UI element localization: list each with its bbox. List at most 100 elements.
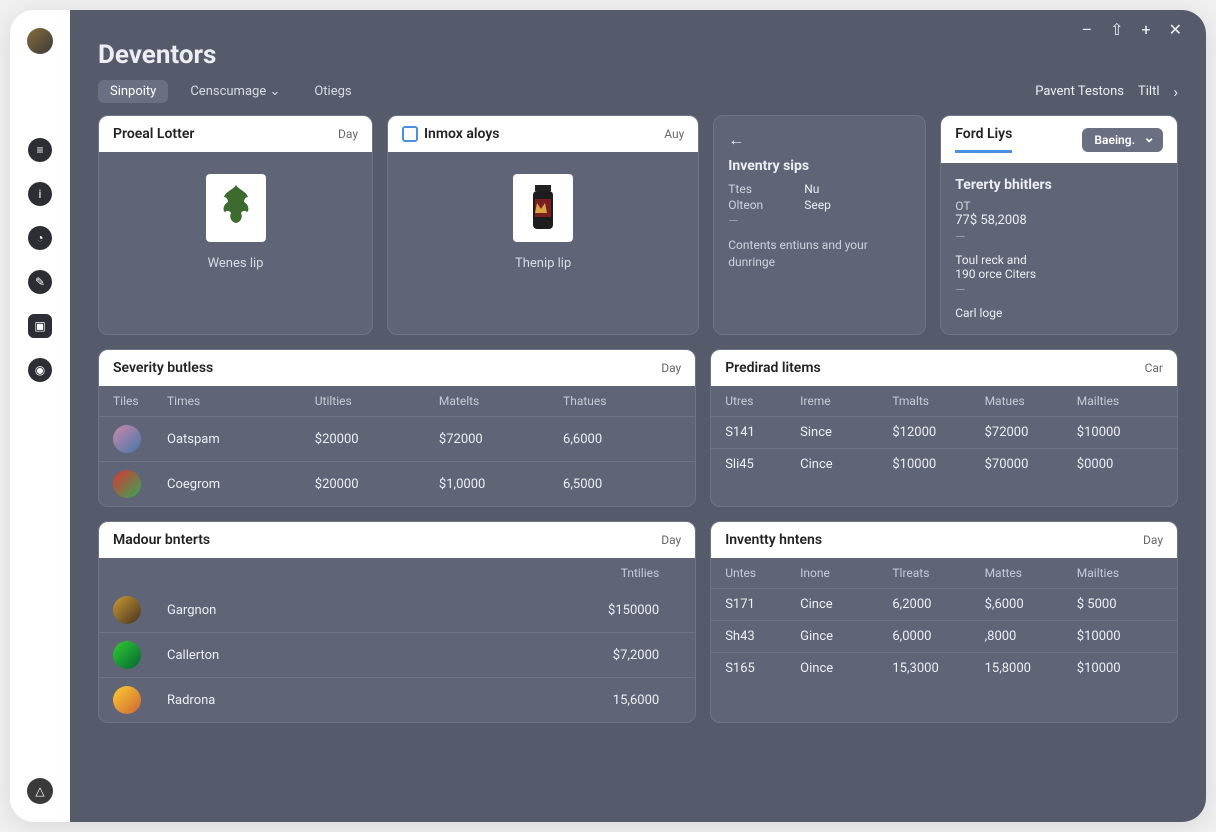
madour-title: Madour bnterts bbox=[113, 532, 210, 548]
card-inmox: Inmox aloys Auy Thenip lip bbox=[387, 115, 699, 335]
severity-r0-c3: 6,6000 bbox=[563, 432, 681, 447]
inventty-col-1: Inone bbox=[800, 566, 886, 580]
inventty-row-1[interactable]: Sh43 Gince 6,0000 ,8000 $10000 bbox=[711, 620, 1177, 652]
inventty-badge: Day bbox=[1143, 533, 1163, 547]
severity-title: Severity butless bbox=[113, 360, 213, 376]
severity-row-1[interactable]: Coegrom $20000 $1,0000 6,5000 bbox=[99, 461, 695, 506]
severity-col-1: Times bbox=[167, 394, 309, 408]
fordliys-line4: 190 orce Citers bbox=[955, 267, 1163, 281]
card-proreal-badge: Day bbox=[338, 127, 358, 141]
fordliys-tab[interactable]: Ford Liys bbox=[955, 126, 1012, 153]
inventty-r0-c3: $,6000 bbox=[985, 597, 1071, 612]
predirad-row-0[interactable]: S141 Since $12000 $72000 $10000 bbox=[711, 416, 1177, 448]
madour-header: Madour bnterts Day bbox=[99, 522, 695, 558]
nav-disk-icon[interactable]: ◔ bbox=[28, 226, 52, 250]
predirad-r1-c1: Cince bbox=[800, 457, 886, 472]
madour-r1-name: Callerton bbox=[167, 648, 494, 663]
predirad-r0-c3: $72000 bbox=[985, 425, 1071, 440]
kv-val-1: Seep bbox=[804, 198, 831, 212]
window-controls: – ⇧ + ✕ bbox=[1082, 20, 1182, 39]
minimize-button[interactable]: – bbox=[1082, 20, 1093, 39]
inmox-caption: Thenip lip bbox=[402, 256, 684, 271]
back-arrow-icon[interactable]: ← bbox=[728, 130, 911, 150]
avatar-icon bbox=[113, 686, 141, 714]
app-title: Deventors bbox=[98, 40, 1178, 70]
new-button[interactable]: + bbox=[1142, 20, 1151, 39]
predirad-row-1[interactable]: Sli45 Cince $10000 $70000 $0000 bbox=[711, 448, 1177, 480]
inmox-thumb[interactable] bbox=[513, 174, 573, 242]
top-row: Proeal Lotter Day Wenes lip Inmox aloys bbox=[98, 115, 1178, 335]
nav-edit-icon[interactable]: ✎ bbox=[28, 270, 52, 294]
card-inmox-badge: Auy bbox=[664, 127, 684, 141]
proreal-caption: Wenes lip bbox=[113, 256, 358, 271]
inventty-row-2[interactable]: S165 Oince 15,3000 15,8000 $10000 bbox=[711, 652, 1177, 684]
tab-sinpoity[interactable]: Sinpoity bbox=[98, 80, 168, 103]
user-avatar[interactable] bbox=[27, 28, 53, 54]
row-2: Severity butless Day Tiles Times Utiltie… bbox=[98, 349, 1178, 507]
madour-row-2[interactable]: Radrona 15,6000 bbox=[99, 677, 695, 722]
inventty-r1-c4: $10000 bbox=[1077, 629, 1163, 644]
sidebar-bottom-icon[interactable]: △ bbox=[27, 778, 53, 804]
madour-row-1[interactable]: Callerton $7,2000 bbox=[99, 632, 695, 677]
predirad-col-1: Ireme bbox=[800, 394, 886, 408]
inventty-r2-c2: 15,3000 bbox=[892, 661, 978, 676]
inventry-heading: Inventry sips bbox=[728, 158, 911, 174]
predirad-col-0: Utres bbox=[725, 394, 794, 408]
inventty-r2-c3: 15,8000 bbox=[985, 661, 1071, 676]
nav-globe-icon[interactable]: ◉ bbox=[28, 358, 52, 382]
fordliys-line5: Carl loge bbox=[955, 306, 1163, 320]
severity-r0-name: Oatspam bbox=[167, 432, 309, 447]
inventry-desc: Contents entiuns and your dunringe bbox=[728, 237, 911, 271]
table-predirad: Predirad litems Car Utres Ireme Tmalts M… bbox=[710, 349, 1178, 507]
severity-r1-name: Coegrom bbox=[167, 477, 309, 492]
proreal-thumb[interactable] bbox=[206, 174, 266, 242]
predirad-r1-c0: Sli45 bbox=[725, 457, 794, 472]
severity-row-0[interactable]: Oatspam $20000 $72000 6,6000 bbox=[99, 416, 695, 461]
inventty-r0-c0: S171 bbox=[725, 597, 794, 612]
predirad-r0-c0: S141 bbox=[725, 425, 794, 440]
madour-badge: Day bbox=[661, 533, 681, 547]
tabs-right: Pavent Testons Tiltl › bbox=[1035, 83, 1178, 101]
madour-row-0[interactable]: Gargnon $150000 bbox=[99, 588, 695, 632]
export-button[interactable]: ⇧ bbox=[1110, 20, 1123, 39]
tab-censcumage[interactable]: Censcumage ⌄ bbox=[178, 80, 292, 103]
breadcrumb-tiltl[interactable]: Tiltl bbox=[1138, 84, 1160, 99]
breadcrumb-pavent[interactable]: Pavent Testons bbox=[1035, 84, 1124, 99]
close-button[interactable]: ✕ bbox=[1169, 20, 1182, 39]
avatar-icon bbox=[113, 470, 141, 498]
madour-r2-val: 15,6000 bbox=[500, 693, 682, 708]
inventty-r1-c0: Sh43 bbox=[725, 629, 794, 644]
avatar-icon bbox=[113, 641, 141, 669]
tabs-row: Sinpoity Censcumage ⌄ Otiegs Pavent Test… bbox=[98, 80, 1178, 103]
severity-col-0: Tiles bbox=[113, 394, 161, 408]
bottle-icon bbox=[523, 183, 563, 233]
nav-info-icon[interactable]: i bbox=[28, 182, 52, 206]
madour-cols: Tntilies bbox=[99, 558, 695, 588]
madour-r0-name: Gargnon bbox=[167, 603, 494, 618]
tab-otiegs[interactable]: Otiegs bbox=[302, 80, 363, 103]
inventty-r1-c3: ,8000 bbox=[985, 629, 1071, 644]
card-proreal-header: Proeal Lotter Day bbox=[99, 116, 372, 152]
app-window: ≡ i ◔ ✎ ▣ ◉ △ – ⇧ + ✕ Deventors Sinpoity… bbox=[10, 10, 1206, 822]
severity-r1-c3: 6,5000 bbox=[563, 477, 681, 492]
inventty-row-0[interactable]: S171 Cince 6,2000 $,6000 $ 5000 bbox=[711, 588, 1177, 620]
fordliys-select[interactable]: Baeing. bbox=[1082, 128, 1163, 152]
severity-r0-c1: $20000 bbox=[315, 432, 433, 447]
predirad-cols: Utres Ireme Tmalts Matues Mailties bbox=[711, 386, 1177, 416]
card-inventry-body: ← Inventry sips Ttes Nu Olteon Seep — Co… bbox=[714, 116, 925, 285]
predirad-r0-c2: $12000 bbox=[892, 425, 978, 440]
severity-badge: Day bbox=[661, 361, 681, 375]
nav-image-icon[interactable]: ▣ bbox=[28, 314, 52, 338]
chevron-right-icon[interactable]: › bbox=[1173, 83, 1178, 101]
predirad-col-2: Tmalts bbox=[892, 394, 978, 408]
madour-col-right: Tntilies bbox=[500, 566, 682, 580]
inventty-col-3: Mattes bbox=[985, 566, 1071, 580]
nav-list-icon[interactable]: ≡ bbox=[28, 138, 52, 162]
inventty-r2-c4: $10000 bbox=[1077, 661, 1163, 676]
inventry-kv-1: Olteon Seep bbox=[728, 198, 911, 212]
inventty-r2-c0: S165 bbox=[725, 661, 794, 676]
inventty-header: Inventty hntens Day bbox=[711, 522, 1177, 558]
table-severity: Severity butless Day Tiles Times Utiltie… bbox=[98, 349, 696, 507]
inventty-r1-c2: 6,0000 bbox=[892, 629, 978, 644]
table-inventty: Inventty hntens Day Untes Inone Tlreats … bbox=[710, 521, 1178, 723]
